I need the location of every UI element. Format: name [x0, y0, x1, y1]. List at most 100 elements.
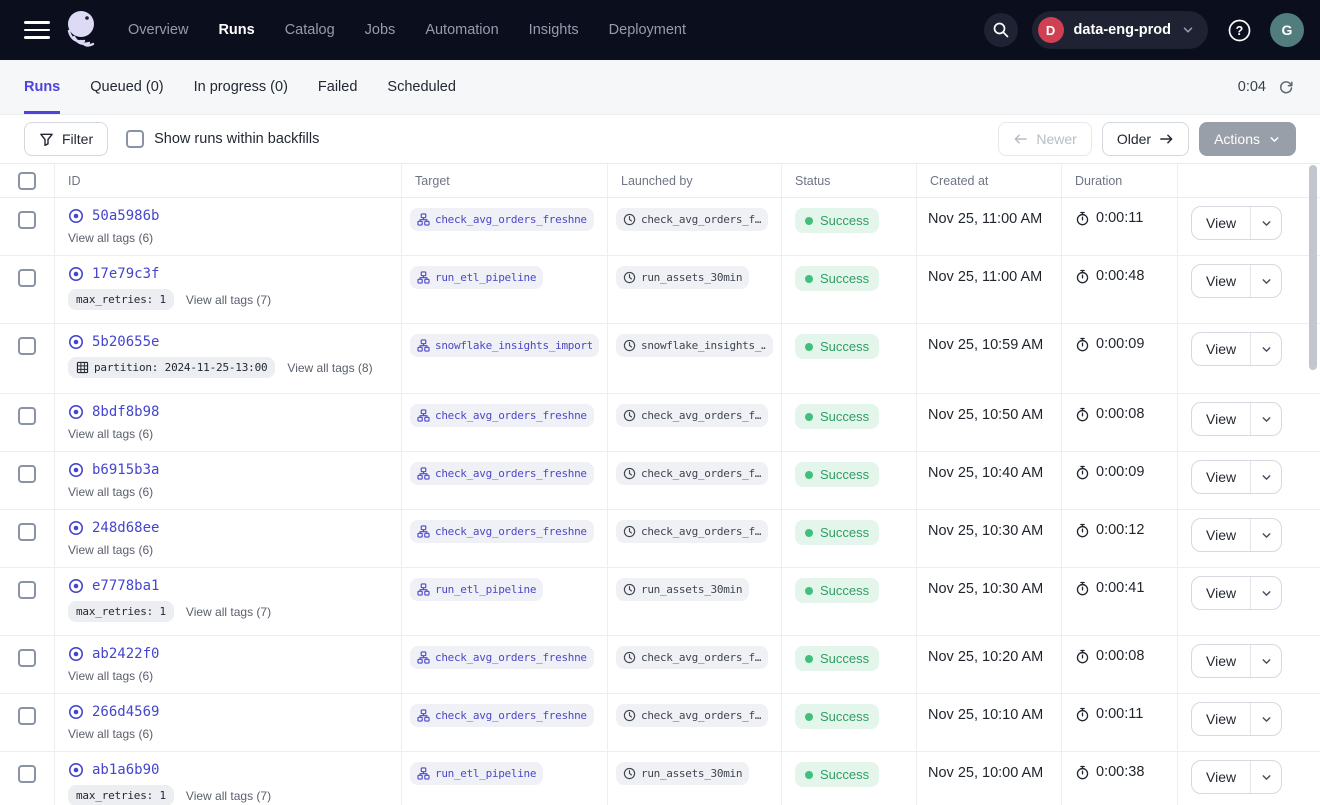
launched-by-pill[interactable]: run_assets_30min	[616, 578, 749, 601]
view-dropdown-button[interactable]	[1251, 461, 1281, 493]
filter-button[interactable]: Filter	[24, 122, 108, 156]
row-checkbox[interactable]	[18, 465, 36, 483]
target-pill[interactable]: check_avg_orders_freshne	[410, 646, 594, 669]
launched-by-pill[interactable]: check_avg_orders_f…	[616, 646, 768, 669]
vertical-scrollbar[interactable]	[1309, 165, 1317, 370]
deployment-switcher[interactable]: D data-eng-prod	[1032, 11, 1208, 49]
row-checkbox[interactable]	[18, 523, 36, 541]
run-id-link[interactable]: e7778ba1	[92, 578, 159, 594]
launched-by-pill[interactable]: run_assets_30min	[616, 762, 749, 785]
view-button[interactable]: View	[1192, 207, 1251, 239]
newer-button[interactable]: Newer	[998, 122, 1091, 156]
actions-button[interactable]: Actions	[1199, 122, 1296, 156]
view-dropdown-button[interactable]	[1251, 333, 1281, 365]
nav-item-automation[interactable]: Automation	[425, 22, 498, 38]
nav-item-overview[interactable]: Overview	[128, 22, 188, 38]
view-button[interactable]: View	[1192, 577, 1251, 609]
tab-runs[interactable]: Runs	[24, 60, 60, 114]
row-checkbox[interactable]	[18, 211, 36, 229]
row-checkbox[interactable]	[18, 407, 36, 425]
row-checkbox[interactable]	[18, 581, 36, 599]
tab-in-progress-0[interactable]: In progress (0)	[194, 60, 288, 114]
launched-by-pill[interactable]: check_avg_orders_f…	[616, 462, 768, 485]
row-checkbox[interactable]	[18, 707, 36, 725]
view-all-tags-link[interactable]: View all tags (6)	[68, 669, 153, 683]
view-dropdown-button[interactable]	[1251, 403, 1281, 435]
view-button[interactable]: View	[1192, 519, 1251, 551]
target-pill[interactable]: snowflake_insights_import	[410, 334, 599, 357]
row-checkbox[interactable]	[18, 649, 36, 667]
view-all-tags-link[interactable]: View all tags (6)	[68, 485, 153, 499]
view-button[interactable]: View	[1192, 645, 1251, 677]
view-button[interactable]: View	[1192, 703, 1251, 735]
row-checkbox[interactable]	[18, 765, 36, 783]
run-id-link[interactable]: 17e79c3f	[92, 266, 159, 282]
target-pill[interactable]: check_avg_orders_freshne	[410, 404, 594, 427]
target-pill[interactable]: run_etl_pipeline	[410, 266, 543, 289]
launched-by-pill[interactable]: snowflake_insights_…	[616, 334, 773, 357]
target-pill[interactable]: run_etl_pipeline	[410, 578, 543, 601]
select-all-checkbox[interactable]	[18, 172, 36, 190]
run-id-link[interactable]: 8bdf8b98	[92, 404, 159, 420]
view-all-tags-link[interactable]: View all tags (7)	[186, 789, 271, 803]
launched-by-pill[interactable]: check_avg_orders_f…	[616, 704, 768, 727]
launched-by-pill[interactable]: check_avg_orders_f…	[616, 404, 768, 427]
view-all-tags-link[interactable]: View all tags (6)	[68, 543, 153, 557]
run-id-link[interactable]: 266d4569	[92, 704, 159, 720]
target-pill[interactable]: check_avg_orders_freshne	[410, 462, 594, 485]
older-button[interactable]: Older	[1102, 122, 1189, 156]
view-dropdown-button[interactable]	[1251, 703, 1281, 735]
run-id-link[interactable]: 50a5986b	[92, 208, 159, 224]
view-all-tags-link[interactable]: View all tags (7)	[186, 293, 271, 307]
show-backfills-checkbox[interactable]	[126, 130, 144, 148]
nav-item-catalog[interactable]: Catalog	[285, 22, 335, 38]
tag-pill[interactable]: partition: 2024-11-25-13:00	[68, 357, 275, 378]
nav-item-insights[interactable]: Insights	[529, 22, 579, 38]
launched-by-pill[interactable]: check_avg_orders_f…	[616, 208, 768, 231]
hamburger-menu-button[interactable]	[16, 9, 58, 51]
view-all-tags-link[interactable]: View all tags (6)	[68, 727, 153, 741]
tag-pill[interactable]: max_retries: 1	[68, 785, 174, 805]
view-dropdown-button[interactable]	[1251, 645, 1281, 677]
user-avatar[interactable]: G	[1270, 13, 1304, 47]
row-checkbox[interactable]	[18, 337, 36, 355]
view-dropdown-button[interactable]	[1251, 519, 1281, 551]
view-all-tags-link[interactable]: View all tags (6)	[68, 427, 153, 441]
help-button[interactable]: ?	[1222, 13, 1256, 47]
tab-scheduled[interactable]: Scheduled	[387, 60, 456, 114]
run-id-link[interactable]: ab2422f0	[92, 646, 159, 662]
view-button[interactable]: View	[1192, 265, 1251, 297]
run-id-link[interactable]: 248d68ee	[92, 520, 159, 536]
run-id-link[interactable]: 5b20655e	[92, 334, 159, 350]
row-checkbox[interactable]	[18, 269, 36, 287]
view-button[interactable]: View	[1192, 461, 1251, 493]
target-pill[interactable]: check_avg_orders_freshne	[410, 208, 594, 231]
target-pill[interactable]: check_avg_orders_freshne	[410, 704, 594, 727]
tag-pill[interactable]: max_retries: 1	[68, 601, 174, 622]
nav-item-deployment[interactable]: Deployment	[609, 22, 686, 38]
view-all-tags-link[interactable]: View all tags (7)	[186, 605, 271, 619]
run-id-link[interactable]: b6915b3a	[92, 462, 159, 478]
target-pill[interactable]: check_avg_orders_freshne	[410, 520, 594, 543]
tag-pill[interactable]: max_retries: 1	[68, 289, 174, 310]
search-button[interactable]	[984, 13, 1018, 47]
nav-item-runs[interactable]: Runs	[218, 22, 254, 38]
target-pill[interactable]: run_etl_pipeline	[410, 762, 543, 785]
tab-queued-0[interactable]: Queued (0)	[90, 60, 163, 114]
view-button[interactable]: View	[1192, 761, 1251, 793]
view-button[interactable]: View	[1192, 333, 1251, 365]
view-dropdown-button[interactable]	[1251, 761, 1281, 793]
refresh-button[interactable]	[1276, 77, 1296, 97]
view-dropdown-button[interactable]	[1251, 207, 1281, 239]
launched-by-pill[interactable]: check_avg_orders_f…	[616, 520, 768, 543]
view-dropdown-button[interactable]	[1251, 577, 1281, 609]
view-button[interactable]: View	[1192, 403, 1251, 435]
launched-by-pill[interactable]: run_assets_30min	[616, 266, 749, 289]
view-all-tags-link[interactable]: View all tags (8)	[287, 361, 372, 375]
run-id-link[interactable]: ab1a6b90	[92, 762, 159, 778]
view-dropdown-button[interactable]	[1251, 265, 1281, 297]
tab-failed[interactable]: Failed	[318, 60, 358, 114]
nav-item-jobs[interactable]: Jobs	[365, 22, 396, 38]
view-all-tags-link[interactable]: View all tags (6)	[68, 231, 153, 245]
show-backfills-toggle[interactable]: Show runs within backfills	[126, 130, 319, 148]
